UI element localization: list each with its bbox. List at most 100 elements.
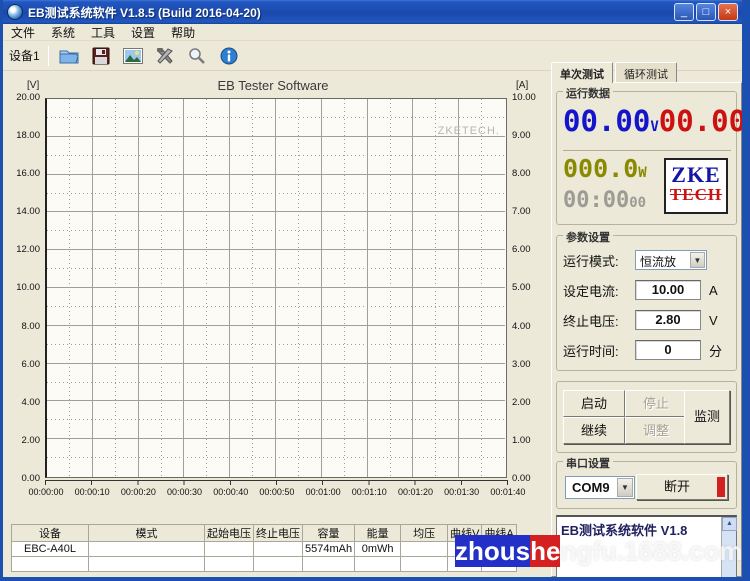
table-cell xyxy=(88,556,205,572)
menu-item-2[interactable]: 工具 xyxy=(91,24,115,41)
table-cell xyxy=(204,556,254,572)
table-header-0: 设备 xyxy=(11,524,89,542)
serial-group: 串口设置 COM9 ▼ 断开 xyxy=(556,455,737,509)
left-axis-tick: 18.00 xyxy=(16,130,40,142)
current-display: 00.00A xyxy=(659,104,750,138)
left-axis-tick: 4.00 xyxy=(21,396,41,408)
left-axis-tick: 0.00 xyxy=(21,472,41,484)
close-button[interactable]: × xyxy=(718,3,738,21)
right-axis-tick: 3.00 xyxy=(512,358,531,370)
x-axis-tick: 00:00:40 xyxy=(213,487,249,497)
chart-plot-area: ZKETECH. xyxy=(45,98,507,478)
chevron-down-icon[interactable]: ▼ xyxy=(690,252,705,268)
menu-item-1[interactable]: 系统 xyxy=(51,24,75,41)
left-axis-tick: 2.00 xyxy=(21,434,41,446)
connection-lamp xyxy=(717,477,725,497)
right-axis-tick: 7.00 xyxy=(512,206,531,218)
save-icon[interactable] xyxy=(89,45,113,67)
app-window: EB测试系统软件 V1.8.5 (Build 2016-04-20) _ □ ×… xyxy=(0,0,750,581)
resume-button[interactable]: 继续 xyxy=(563,417,625,444)
x-axis-tick: 00:01:40 xyxy=(490,487,526,497)
menu-item-3[interactable]: 设置 xyxy=(131,24,155,41)
adjust-button[interactable]: 调整 xyxy=(625,417,687,444)
menu-item-4[interactable]: 帮助 xyxy=(171,24,195,41)
run-time-unit: 分 xyxy=(709,343,723,359)
right-axis-tick: 0.00 xyxy=(512,472,531,484)
left-axis-ticks: 20.00 18.00 16.00 14.00 12.00 10.00 8.00 6.00 4.… xyxy=(3,92,40,484)
com-port-select[interactable]: COM9 ▼ xyxy=(565,476,635,499)
left-axis-tick: 12.00 xyxy=(16,244,40,256)
controls-group: 启动 停止 继续 调整 监测 xyxy=(556,381,737,453)
left-axis-tick: 10.00 xyxy=(16,282,40,294)
tab-cycle-test[interactable]: 循环测试 xyxy=(615,62,677,82)
power-display: 000.0W xyxy=(563,154,647,183)
right-axis-tick: 4.00 xyxy=(512,320,531,332)
chart-title: EB Tester Software xyxy=(217,78,329,93)
disconnect-button[interactable]: 断开 xyxy=(636,474,728,500)
time-display: 00:0000 xyxy=(563,188,647,213)
current-unit: A xyxy=(746,119,750,135)
stop-button[interactable]: 停止 xyxy=(625,390,687,417)
run-data-group: 运行数据 00.00V 00.00A 000.0W 00:0000 ZKE TE… xyxy=(556,85,742,225)
tools-icon[interactable] xyxy=(153,45,177,67)
app-icon xyxy=(7,4,23,20)
table-cell xyxy=(253,556,303,572)
x-axis-tick: 00:01:00 xyxy=(305,487,341,497)
table-row[interactable]: EBC-A40L 5574mAh 0mWh xyxy=(11,541,517,557)
table-cell xyxy=(11,556,89,572)
right-axis-tick: 1.00 xyxy=(512,434,531,446)
test-tabs: 单次测试 循环测试 xyxy=(551,62,679,83)
right-axis-unit: [A] xyxy=(516,80,529,91)
start-button[interactable]: 启动 xyxy=(563,390,625,417)
table-header-4: 容量 xyxy=(301,524,356,542)
zketech-watermark: ZKETECH. xyxy=(437,125,500,137)
run-time-input[interactable]: 0 xyxy=(635,340,701,360)
set-current-label: 设定电流: xyxy=(563,283,619,299)
x-axis-tick: 00:01:30 xyxy=(444,487,480,497)
tab-single-test[interactable]: 单次测试 xyxy=(551,62,613,83)
table-header-5: 能量 xyxy=(354,524,402,542)
table-cell: 0mWh xyxy=(354,541,402,557)
left-axis-tick: 8.00 xyxy=(21,320,41,332)
cutoff-voltage-label: 终止电压: xyxy=(563,313,619,329)
table-cell: EBC-A40L xyxy=(11,541,89,557)
run-time-label: 运行时间: xyxy=(563,343,619,359)
voltage-display: 00.00V xyxy=(563,104,659,138)
left-axis-tick: 16.00 xyxy=(16,168,40,180)
menu-bar: 文件 系统 工具 设置 帮助 xyxy=(3,24,742,41)
menu-item-0[interactable]: 文件 xyxy=(11,24,35,41)
set-current-input[interactable]: 10.00 xyxy=(635,280,701,300)
device-label: 设备1 xyxy=(9,49,40,63)
run-mode-select[interactable]: 恒流放 ▼ xyxy=(635,250,707,270)
left-axis-tick: 20.00 xyxy=(16,92,40,103)
maximize-button[interactable]: □ xyxy=(696,3,716,21)
display-divider xyxy=(563,150,731,151)
info-icon[interactable] xyxy=(217,45,241,67)
image-chart-icon[interactable] xyxy=(121,45,145,67)
folder-open-icon[interactable] xyxy=(57,45,81,67)
right-axis-tick: 6.00 xyxy=(512,244,531,256)
table-header-1: 模式 xyxy=(88,524,205,542)
search-icon[interactable] xyxy=(185,45,209,67)
table-header-6: 均压 xyxy=(400,524,449,542)
scroll-up-icon[interactable]: ▲ xyxy=(722,517,737,531)
voltage-unit: V xyxy=(650,119,659,135)
monitor-button[interactable]: 监测 xyxy=(684,390,730,444)
right-panel: 单次测试 循环测试 运行数据 00.00V 00.00A 000.0W 00:0… xyxy=(551,62,742,577)
params-group-label: 参数设置 xyxy=(563,229,613,245)
power-unit: W xyxy=(638,165,647,181)
minimize-button[interactable]: _ xyxy=(674,3,694,21)
table-row[interactable] xyxy=(11,556,517,572)
right-axis-tick: 8.00 xyxy=(512,168,531,180)
table-cell xyxy=(253,541,303,557)
table-cell xyxy=(204,541,254,557)
title-bar: EB测试系统软件 V1.8.5 (Build 2016-04-20) _ □ × xyxy=(3,0,742,24)
table-cell xyxy=(400,541,449,557)
run-data-group-label: 运行数据 xyxy=(563,85,613,101)
chevron-down-icon[interactable]: ▼ xyxy=(617,478,633,497)
cutoff-voltage-unit: V xyxy=(709,312,718,328)
serial-group-label: 串口设置 xyxy=(563,455,613,471)
x-axis-tick: 00:00:30 xyxy=(167,487,203,497)
cutoff-voltage-input[interactable]: 2.80 xyxy=(635,310,701,330)
left-axis-tick: 14.00 xyxy=(16,206,40,218)
